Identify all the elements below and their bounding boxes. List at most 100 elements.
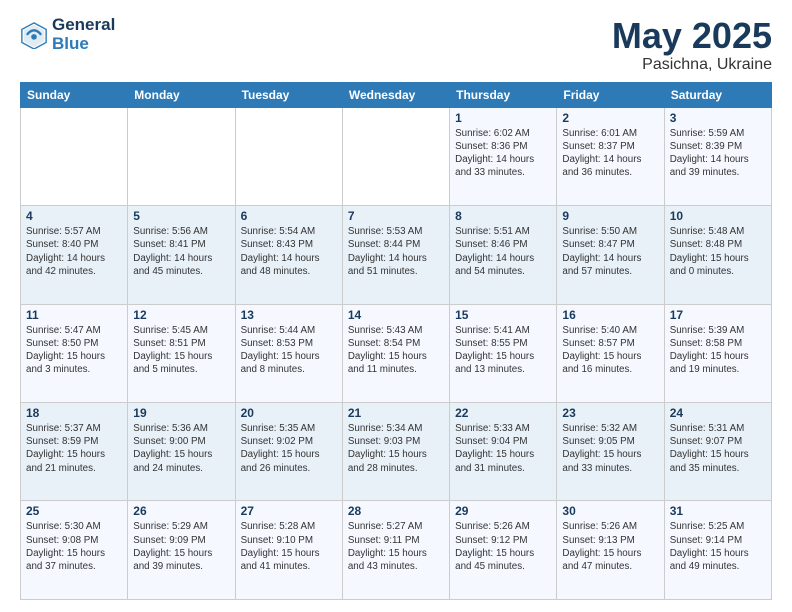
calendar-cell: 27 Sunrise: 5:28 AM Sunset: 9:10 PM Dayli… (235, 501, 342, 600)
day-info: Sunrise: 5:26 AM Sunset: 9:13 PM Dayligh… (562, 520, 658, 573)
calendar-cell: 6Sunrise: 5:54 AM Sunset: 8:43 PM Daylig… (235, 206, 342, 304)
day-info: Sunrise: 6:02 AM Sunset: 8:36 PM Dayligh… (455, 127, 551, 180)
day-info: Sunrise: 5:50 AM Sunset: 8:47 PM Dayligh… (562, 225, 658, 278)
calendar-cell: 12Sunrise: 5:45 AM Sunset: 8:51 PM Dayli… (128, 304, 235, 402)
day-info: Sunrise: 6:01 AM Sunset: 8:37 PM Dayligh… (562, 127, 658, 180)
day-info: Sunrise: 5:31 AM Sunset: 9:07 PM Dayligh… (670, 422, 766, 475)
calendar-cell: 29 Sunrise: 5:26 AM Sunset: 9:12 PM Dayli… (450, 501, 557, 600)
day-info: Sunrise: 5:28 AM Sunset: 9:10 PM Dayligh… (241, 520, 337, 573)
weekday-header-monday: Monday (128, 82, 235, 107)
day-number: 28 (348, 504, 444, 518)
day-number: 9 (562, 209, 658, 223)
calendar-cell: 18 Sunrise: 5:37 AM Sunset: 8:59 PM Dayli… (21, 403, 128, 501)
calendar-cell: 3 Sunrise: 5:59 AM Sunset: 8:39 PM Daylig… (664, 107, 771, 205)
calendar-cell: 5 Sunrise: 5:56 AM Sunset: 8:41 PM Daylig… (128, 206, 235, 304)
weekday-header-saturday: Saturday (664, 82, 771, 107)
calendar-cell: 8 Sunrise: 5:51 AM Sunset: 8:46 PM Daylig… (450, 206, 557, 304)
day-info: Sunrise: 5:25 AM Sunset: 9:14 PM Dayligh… (670, 520, 766, 573)
day-number: 29 (455, 504, 551, 518)
calendar-cell: 4Sunrise: 5:57 AM Sunset: 8:40 PM Daylig… (21, 206, 128, 304)
day-number: 18 (26, 406, 122, 420)
weekday-header-sunday: Sunday (21, 82, 128, 107)
day-info: Sunrise: 5:56 AM Sunset: 8:41 PM Dayligh… (133, 225, 229, 278)
day-number: 10 (670, 209, 766, 223)
day-info: Sunrise: 5:30 AM Sunset: 9:08 PM Dayligh… (26, 520, 122, 573)
calendar-cell: 30 Sunrise: 5:26 AM Sunset: 9:13 PM Dayli… (557, 501, 664, 600)
calendar-cell: 19 Sunrise: 5:36 AM Sunset: 9:00 PM Dayli… (128, 403, 235, 501)
calendar-cell: 23Sunrise: 5:32 AM Sunset: 9:05 PM Dayli… (557, 403, 664, 501)
day-info: Sunrise: 5:54 AM Sunset: 8:43 PM Dayligh… (241, 225, 337, 278)
day-number: 27 (241, 504, 337, 518)
day-info: Sunrise: 5:29 AM Sunset: 9:09 PM Dayligh… (133, 520, 229, 573)
day-number: 25 (26, 504, 122, 518)
calendar-cell (21, 107, 128, 205)
location: Pasichna, Ukraine (612, 56, 772, 74)
day-info: Sunrise: 5:36 AM Sunset: 9:00 PM Dayligh… (133, 422, 229, 475)
day-info: Sunrise: 5:59 AM Sunset: 8:39 PM Dayligh… (670, 127, 766, 180)
day-info: Sunrise: 5:48 AM Sunset: 8:48 PM Dayligh… (670, 225, 766, 278)
day-number: 2 (562, 111, 658, 125)
weekday-header-friday: Friday (557, 82, 664, 107)
day-number: 30 (562, 504, 658, 518)
calendar-cell: 14 Sunrise: 5:43 AM Sunset: 8:54 PM Dayli… (342, 304, 449, 402)
day-number: 24 (670, 406, 766, 420)
day-number: 19 (133, 406, 229, 420)
weekday-header-wednesday: Wednesday (342, 82, 449, 107)
day-number: 16 (562, 308, 658, 322)
day-number: 21 (348, 406, 444, 420)
calendar-week-3: 11Sunrise: 5:47 AM Sunset: 8:50 PM Dayli… (21, 304, 772, 402)
day-info: Sunrise: 5:26 AM Sunset: 9:12 PM Dayligh… (455, 520, 551, 573)
weekday-header-thursday: Thursday (450, 82, 557, 107)
day-info: Sunrise: 5:53 AM Sunset: 8:44 PM Dayligh… (348, 225, 444, 278)
calendar-table: SundayMondayTuesdayWednesdayThursdayFrid… (20, 82, 772, 600)
day-number: 22 (455, 406, 551, 420)
day-number: 20 (241, 406, 337, 420)
calendar-cell: 20 Sunrise: 5:35 AM Sunset: 9:02 PM Dayli… (235, 403, 342, 501)
calendar-cell: 1 Sunrise: 6:02 AM Sunset: 8:36 PM Daylig… (450, 107, 557, 205)
calendar-cell: 24 Sunrise: 5:31 AM Sunset: 9:07 PM Dayli… (664, 403, 771, 501)
calendar-week-1: 1 Sunrise: 6:02 AM Sunset: 8:36 PM Daylig… (21, 107, 772, 205)
day-info: Sunrise: 5:35 AM Sunset: 9:02 PM Dayligh… (241, 422, 337, 475)
day-info: Sunrise: 5:44 AM Sunset: 8:53 PM Dayligh… (241, 324, 337, 377)
logo-text: General Blue (52, 16, 115, 53)
calendar-week-4: 18 Sunrise: 5:37 AM Sunset: 8:59 PM Dayli… (21, 403, 772, 501)
calendar-cell: 31 Sunrise: 5:25 AM Sunset: 9:14 PM Dayli… (664, 501, 771, 600)
calendar-cell: 28Sunrise: 5:27 AM Sunset: 9:11 PM Dayli… (342, 501, 449, 600)
calendar-cell: 22 Sunrise: 5:33 AM Sunset: 9:04 PM Dayli… (450, 403, 557, 501)
day-number: 11 (26, 308, 122, 322)
day-number: 31 (670, 504, 766, 518)
logo: General Blue (20, 16, 115, 53)
day-number: 15 (455, 308, 551, 322)
day-info: Sunrise: 5:37 AM Sunset: 8:59 PM Dayligh… (26, 422, 122, 475)
calendar-cell: 26 Sunrise: 5:29 AM Sunset: 9:09 PM Dayli… (128, 501, 235, 600)
day-info: Sunrise: 5:51 AM Sunset: 8:46 PM Dayligh… (455, 225, 551, 278)
day-number: 14 (348, 308, 444, 322)
day-number: 1 (455, 111, 551, 125)
day-info: Sunrise: 5:57 AM Sunset: 8:40 PM Dayligh… (26, 225, 122, 278)
calendar-cell: 15Sunrise: 5:41 AM Sunset: 8:55 PM Dayli… (450, 304, 557, 402)
calendar-cell: 10 Sunrise: 5:48 AM Sunset: 8:48 PM Dayli… (664, 206, 771, 304)
calendar-cell: 16 Sunrise: 5:40 AM Sunset: 8:57 PM Dayli… (557, 304, 664, 402)
calendar-week-2: 4Sunrise: 5:57 AM Sunset: 8:40 PM Daylig… (21, 206, 772, 304)
calendar-cell: 25 Sunrise: 5:30 AM Sunset: 9:08 PM Dayli… (21, 501, 128, 600)
day-info: Sunrise: 5:40 AM Sunset: 8:57 PM Dayligh… (562, 324, 658, 377)
day-number: 13 (241, 308, 337, 322)
day-number: 12 (133, 308, 229, 322)
day-number: 3 (670, 111, 766, 125)
day-info: Sunrise: 5:32 AM Sunset: 9:05 PM Dayligh… (562, 422, 658, 475)
day-number: 8 (455, 209, 551, 223)
day-info: Sunrise: 5:33 AM Sunset: 9:04 PM Dayligh… (455, 422, 551, 475)
calendar-cell: 13 Sunrise: 5:44 AM Sunset: 8:53 PM Dayli… (235, 304, 342, 402)
weekday-header-tuesday: Tuesday (235, 82, 342, 107)
day-number: 5 (133, 209, 229, 223)
calendar-cell: 21Sunrise: 5:34 AM Sunset: 9:03 PM Dayli… (342, 403, 449, 501)
day-number: 26 (133, 504, 229, 518)
calendar-cell: 9 Sunrise: 5:50 AM Sunset: 8:47 PM Daylig… (557, 206, 664, 304)
day-info: Sunrise: 5:43 AM Sunset: 8:54 PM Dayligh… (348, 324, 444, 377)
title-block: May 2025 Pasichna, Ukraine (612, 16, 772, 74)
weekday-header-row: SundayMondayTuesdayWednesdayThursdayFrid… (21, 82, 772, 107)
page: General Blue May 2025 Pasichna, Ukraine … (0, 0, 792, 612)
calendar-cell: 17Sunrise: 5:39 AM Sunset: 8:58 PM Dayli… (664, 304, 771, 402)
header: General Blue May 2025 Pasichna, Ukraine (20, 16, 772, 74)
calendar-week-5: 25 Sunrise: 5:30 AM Sunset: 9:08 PM Dayli… (21, 501, 772, 600)
